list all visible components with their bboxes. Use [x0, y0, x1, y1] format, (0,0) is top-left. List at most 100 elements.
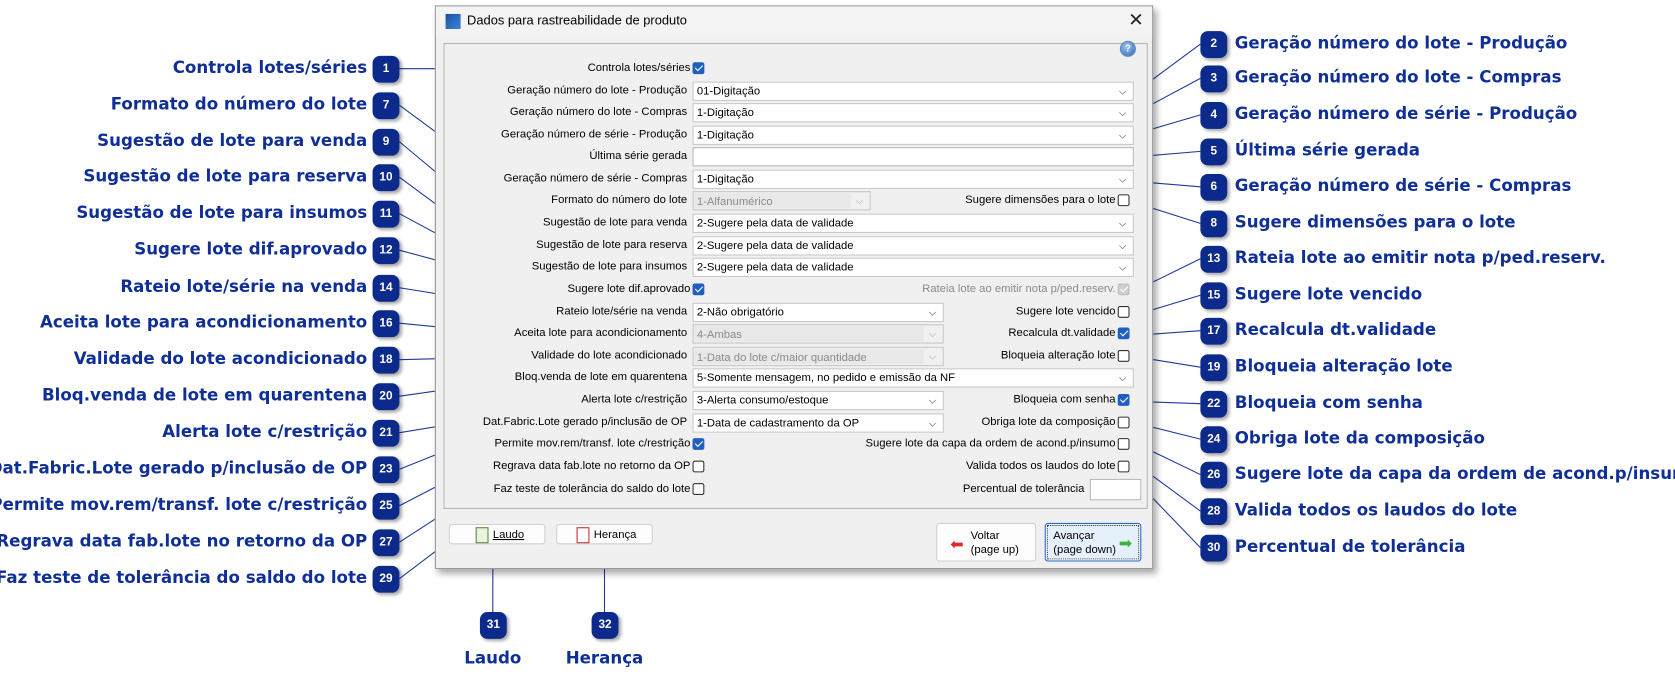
- dropdown-value: 5-Somente mensagem, no pedido e emissão …: [697, 372, 955, 385]
- dropdown: 1-Alfanumérico ⌵: [693, 191, 871, 210]
- field-label: Aceita lote para acondicionamento: [514, 326, 687, 339]
- callout-badge: 1: [373, 56, 400, 83]
- field-label: Faz teste de tolerância do saldo do lote: [494, 482, 691, 495]
- checkbox[interactable]: [1118, 327, 1130, 339]
- avancar-button[interactable]: Avançar (page down) ➡: [1045, 523, 1142, 562]
- callout-badge: 25: [373, 493, 400, 520]
- dropdown[interactable]: 1-Digitação ⌵: [693, 103, 1134, 122]
- help-icon[interactable]: ?: [1120, 41, 1136, 57]
- checkbox: [1118, 283, 1130, 295]
- callout-label: Geração número de série - Produção: [1235, 104, 1577, 123]
- callout-label: Geração número do lote - Produção: [1235, 33, 1568, 52]
- avancar-label: Avançar (page down): [1053, 529, 1116, 557]
- callout-badge: 22: [1200, 391, 1227, 418]
- annotated-screenshot: Dados para rastreabilidade de produto ✕ …: [0, 0, 1675, 685]
- dropdown[interactable]: 5-Somente mensagem, no pedido e emissão …: [693, 368, 1134, 387]
- checkbox[interactable]: [693, 461, 705, 473]
- chevron-down-icon: ⌵: [1119, 127, 1126, 144]
- callout-label: Bloqueia alteração lote: [1235, 356, 1453, 375]
- callout-label: Alerta lote c/restrição: [162, 422, 367, 441]
- dropdown[interactable]: 1-Data de cadastramento da OP ⌵: [693, 413, 944, 432]
- checklist-icon: [577, 527, 590, 543]
- chevron-down-icon: ⌵: [929, 414, 936, 431]
- callout-label: Recalcula dt.validade: [1235, 320, 1436, 339]
- dropdown-value: 4-Ambas: [695, 326, 924, 341]
- dropdown[interactable]: 2-Sugere pela data de validade ⌵: [693, 214, 1134, 233]
- laudo-button[interactable]: Laudo: [449, 524, 546, 544]
- checkbox[interactable]: [1118, 438, 1130, 450]
- callout-label: Regrava data fab.lote no retorno da OP: [0, 531, 367, 550]
- heranca-button[interactable]: Herança: [556, 524, 653, 544]
- callout-label: Laudo: [450, 649, 536, 668]
- checkbox[interactable]: [693, 62, 705, 74]
- percent-input[interactable]: [1090, 479, 1142, 500]
- dialog-title: Dados para rastreabilidade de produto: [467, 13, 687, 28]
- callout-badge: 21: [373, 420, 400, 447]
- checkbox[interactable]: [1118, 394, 1130, 406]
- checkbox[interactable]: [693, 483, 705, 495]
- chevron-down-icon: ⌵: [1119, 259, 1126, 276]
- callout-badge: 11: [373, 201, 400, 228]
- callout-label: Faz teste de tolerância do saldo do lote: [0, 568, 367, 587]
- dropdown-value: 1-Data de cadastramento da OP: [697, 417, 859, 430]
- dropdown-value: 2-Sugere pela data de validade: [697, 217, 854, 230]
- chevron-down-icon: ⌵: [856, 192, 863, 209]
- field-label: Obriga lote da composição: [981, 416, 1115, 429]
- callout-label: Sugestão de lote para venda: [97, 131, 367, 150]
- dropdown[interactable]: 01-Digitação ⌵: [693, 82, 1134, 101]
- chevron-down-icon: ⌵: [1119, 83, 1126, 100]
- callout-badge: 31: [480, 612, 507, 639]
- dropdown[interactable]: 2-Não obrigatório ⌵: [693, 303, 944, 322]
- dropdown-value: 1-Digitação: [697, 129, 754, 142]
- checkbox[interactable]: [693, 283, 705, 295]
- callout-label: Herança: [562, 649, 648, 668]
- callout-label: Dat.Fabric.Lote gerado p/inclusão de OP: [0, 458, 367, 477]
- field-label: Controla lotes/séries: [588, 61, 691, 74]
- field-label: Valida todos os laudos do lote: [966, 460, 1116, 473]
- checkbox[interactable]: [1118, 194, 1130, 206]
- dropdown[interactable]: 2-Sugere pela data de validade ⌵: [693, 258, 1134, 277]
- callout-label: Última série gerada: [1235, 141, 1420, 160]
- dropdown-value: 1-Digitação: [697, 173, 754, 186]
- checkbox[interactable]: [1118, 306, 1130, 318]
- checkbox[interactable]: [693, 438, 705, 450]
- field-label: Percentual de tolerância: [963, 482, 1085, 495]
- voltar-button[interactable]: ⬅ Voltar (page up): [936, 523, 1036, 562]
- dropdown-value: 2-Não obrigatório: [697, 306, 784, 319]
- dropdown[interactable]: 2-Sugere pela data de validade ⌵: [693, 236, 1134, 255]
- field-label: Bloq.venda de lote em quarentena: [515, 370, 687, 383]
- field-label: Sugere lote da capa da ordem de acond.p/…: [865, 437, 1115, 450]
- callout-badge: 7: [373, 92, 400, 119]
- callout-badge: 2: [1200, 31, 1227, 58]
- chevron-down-icon: ⌵: [1119, 171, 1126, 188]
- dropdown[interactable]: 1-Digitação ⌵: [693, 126, 1134, 145]
- callout-label: Bloq.venda de lote em quarentena: [42, 385, 367, 404]
- text-input[interactable]: [693, 147, 1134, 166]
- callout-badge: 16: [373, 310, 400, 337]
- chevron-down-icon: ⌵: [929, 392, 936, 409]
- callout-label: Percentual de tolerância: [1235, 537, 1466, 556]
- field-label: Última série gerada: [589, 149, 687, 162]
- callout-badge: 23: [373, 456, 400, 483]
- field-label: Formato do número do lote: [551, 193, 687, 206]
- callout-label: Permite mov.rem/transf. lote c/restrição: [0, 495, 367, 514]
- callout-badge: 10: [373, 164, 400, 191]
- dropdown-value: 1-Alfanumérico: [695, 193, 851, 208]
- close-icon[interactable]: ✕: [1128, 10, 1143, 31]
- callout-label: Sugere lote vencido: [1235, 285, 1422, 304]
- callout-badge: 6: [1200, 174, 1227, 201]
- callout-badge: 4: [1200, 102, 1227, 129]
- field-label: Bloqueia com senha: [1013, 393, 1115, 406]
- callout-label: Controla lotes/séries: [173, 58, 367, 77]
- checkbox[interactable]: [1118, 350, 1130, 362]
- field-label: Rateio lote/série na venda: [556, 305, 687, 318]
- field-label: Geração número de série - Produção: [501, 128, 687, 141]
- dropdown[interactable]: 3-Alerta consumo/estoque ⌵: [693, 391, 944, 410]
- callout-badge: 28: [1200, 498, 1227, 525]
- field-label: Recalcula dt.validade: [1008, 326, 1115, 339]
- checkbox[interactable]: [1118, 417, 1130, 429]
- checkbox[interactable]: [1118, 461, 1130, 473]
- report-icon: [476, 527, 489, 543]
- callout-label: Sugestão de lote para reserva: [83, 166, 367, 185]
- dropdown[interactable]: 1-Digitação ⌵: [693, 170, 1134, 189]
